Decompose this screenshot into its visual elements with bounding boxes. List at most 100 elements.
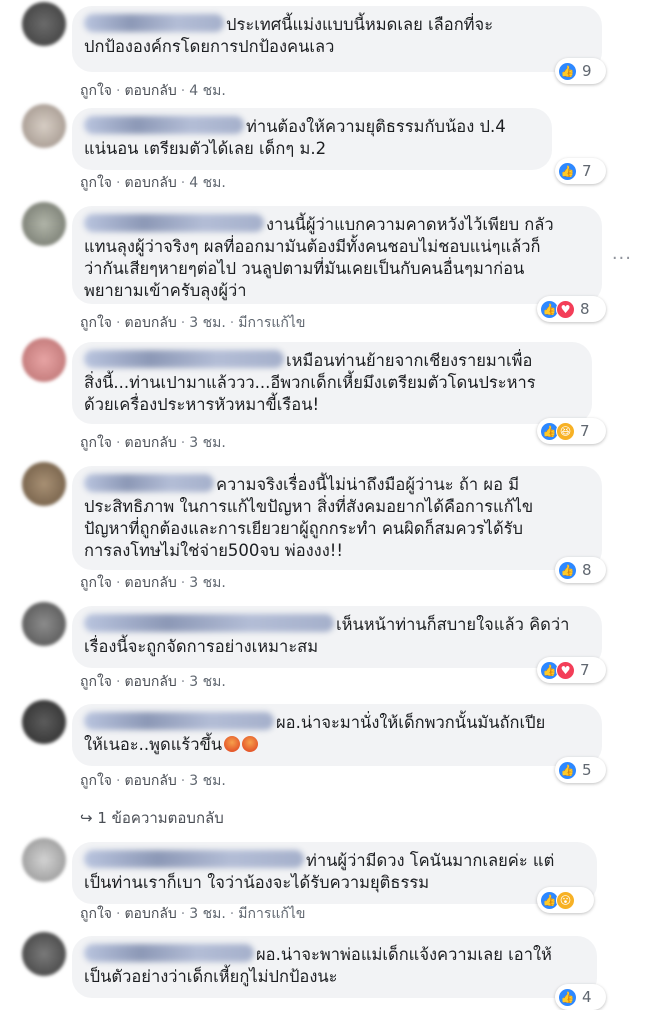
timestamp[interactable]: 3 ชม.	[189, 315, 226, 331]
reaction-summary[interactable]: 👍 8	[555, 557, 606, 583]
comment-text: เป็นตัวอย่างว่าเด็กเหี้ยกูไม่ปกป้องนะ	[84, 967, 338, 986]
like-icon: 👍	[558, 161, 577, 181]
love-icon: ♥	[556, 299, 575, 319]
like-link[interactable]: ถูกใจ	[80, 674, 112, 690]
comment-actions: ถูกใจ · ตอบกลับ · 4 ชม.	[80, 175, 226, 191]
comment-bubble: ท่านผู้ว่ามีดวง โคนันมากเลยค่ะ แต่ เป็นท…	[72, 842, 597, 904]
reaction-summary[interactable]: 👍 😆 7	[537, 418, 606, 444]
comment-text: ผอ.น่าจะพาพ่อแม่เด็กแจ้งความเลย เอาให้	[256, 945, 552, 964]
comment-actions: ถูกใจ · ตอบกลับ · 3 ชม. · มีการแก้ไข	[80, 906, 306, 922]
comment-text: แน่นอน เตรียมตัวได้เลย เด็กๆ ม.2	[84, 139, 327, 158]
reply-link[interactable]: ตอบกลับ	[124, 575, 176, 591]
comment-text: ปกป้ององค์กรโดยการปกป้องคนเลว	[84, 37, 335, 56]
reaction-count: 8	[582, 561, 592, 579]
view-replies-link[interactable]: ↪ 1 ข้อความตอบกลับ	[80, 806, 224, 830]
reaction-summary[interactable]: 👍 ♥ 8	[537, 296, 606, 322]
comment-bubble: ท่านต้องให้ความยุติธรรมกับน้อง ป.4 แน่นอ…	[72, 108, 552, 170]
reaction-count: 5	[582, 761, 592, 779]
more-options-icon[interactable]: ···	[612, 248, 632, 269]
timestamp[interactable]: 3 ชม.	[189, 773, 226, 789]
avatar[interactable]	[22, 602, 66, 646]
reaction-count: 9	[582, 62, 592, 80]
wow-icon: 😮	[556, 890, 575, 910]
reaction-summary[interactable]: 👍 5	[555, 757, 606, 783]
comment-text: แทนลุงผู้ว่าจริงๆ ผลที่ออกมามันต้องมีทั้…	[84, 237, 541, 256]
comment-text: สิ่งนี้...ท่านเปามาแล้ววว...อีพวกเด็กเหี…	[84, 373, 536, 392]
reply-link[interactable]: ตอบกลับ	[124, 175, 176, 191]
comment-actions: ถูกใจ · ตอบกลับ · 3 ชม.	[80, 674, 226, 690]
avatar[interactable]	[22, 838, 66, 882]
comment-text: เรื่องนี้จะถูกจัดการอย่างเหมาะสม	[84, 637, 319, 656]
commenter-name[interactable]	[84, 116, 244, 134]
timestamp[interactable]: 4 ชม.	[189, 83, 226, 99]
comment-text: เป็นท่านเราก็เบา ใจว่าน้องจะได้รับความยุ…	[84, 873, 430, 892]
like-link[interactable]: ถูกใจ	[80, 175, 112, 191]
comment-bubble: ผอ.น่าจะมานั่งให้เด็กพวกนั้นมันถักเปีย ใ…	[72, 704, 602, 766]
reply-link[interactable]: ตอบกลับ	[124, 435, 176, 451]
timestamp[interactable]: 4 ชม.	[189, 175, 226, 191]
timestamp[interactable]: 3 ชม.	[189, 435, 226, 451]
commenter-name[interactable]	[84, 350, 284, 368]
avatar[interactable]	[22, 202, 66, 246]
reaction-count: 7	[580, 661, 590, 679]
timestamp[interactable]: 3 ชม.	[189, 906, 226, 922]
comment-actions: ถูกใจ · ตอบกลับ · 3 ชม.	[80, 773, 226, 789]
like-link[interactable]: ถูกใจ	[80, 315, 112, 331]
like-icon: 👍	[558, 760, 577, 780]
avatar[interactable]	[22, 932, 66, 976]
reaction-summary[interactable]: 👍 ♥ 7	[537, 657, 606, 683]
comment-text: งานนี้ผู้ว่าแบกความคาดหวังไว้เพียบ กลัว	[266, 215, 554, 234]
comment-actions: ถูกใจ · ตอบกลับ · 4 ชม.	[80, 83, 226, 99]
comment-text: ท่านต้องให้ความยุติธรรมกับน้อง ป.4	[246, 117, 506, 136]
commenter-name[interactable]	[84, 614, 334, 632]
comment-text: พยายามเข้าครับลุงผู้ว่า	[84, 281, 247, 300]
reaction-summary[interactable]: 👍 😮	[537, 887, 594, 913]
haha-icon: 😆	[556, 421, 575, 441]
like-link[interactable]: ถูกใจ	[80, 906, 112, 922]
reaction-count: 4	[582, 988, 592, 1006]
avatar[interactable]	[22, 104, 66, 148]
comment-bubble: ประเทศนี้แม่งแบบนี้หมดเลย เลือกที่จะ ปกป…	[72, 6, 602, 72]
like-icon: 👍	[558, 987, 577, 1007]
comment-text: ผอ.น่าจะมานั่งให้เด็กพวกนั้นมันถักเปีย	[276, 713, 546, 732]
reply-link[interactable]: ตอบกลับ	[124, 674, 176, 690]
comment-bubble: เหมือนท่านย้ายจากเชียงรายมาเพื่อ สิ่งนี้…	[72, 342, 592, 424]
love-icon: ♥	[556, 660, 575, 680]
avatar[interactable]	[22, 462, 66, 506]
angry-emoji-icon	[242, 736, 259, 752]
like-icon: 👍	[558, 61, 577, 81]
edited-label[interactable]: มีการแก้ไข	[238, 315, 305, 331]
comment-actions: ถูกใจ · ตอบกลับ · 3 ชม. · มีการแก้ไข	[80, 315, 306, 331]
reply-link[interactable]: ตอบกลับ	[124, 83, 176, 99]
reply-link[interactable]: ตอบกลับ	[124, 906, 176, 922]
edited-label[interactable]: มีการแก้ไข	[238, 906, 305, 922]
like-link[interactable]: ถูกใจ	[80, 83, 112, 99]
like-link[interactable]: ถูกใจ	[80, 435, 112, 451]
avatar[interactable]	[22, 700, 66, 744]
comment-text: ปัญหาที่ถูกต้องและการเยียวยาผู้ถูกกระทำ …	[84, 519, 524, 538]
reaction-summary[interactable]: 👍 4	[555, 984, 606, 1010]
commenter-name[interactable]	[84, 214, 264, 232]
like-link[interactable]: ถูกใจ	[80, 575, 112, 591]
commenter-name[interactable]	[84, 712, 274, 730]
avatar[interactable]	[22, 2, 66, 46]
commenter-name[interactable]	[84, 474, 214, 492]
comment-text: ท่านผู้ว่ามีดวง โคนันมากเลยค่ะ แต่	[306, 851, 555, 870]
timestamp[interactable]: 3 ชม.	[189, 575, 226, 591]
comment-text: เหมือนท่านย้ายจากเชียงรายมาเพื่อ	[286, 351, 533, 370]
reaction-count: 7	[582, 162, 592, 180]
commenter-name[interactable]	[84, 14, 224, 32]
reply-link[interactable]: ตอบกลับ	[124, 773, 176, 789]
comment-text: ความจริงเรื่องนี้ไม่น่าถึงมือผู้ว่านะ ถ้…	[216, 475, 520, 494]
reaction-summary[interactable]: 👍 9	[555, 58, 606, 84]
reply-link[interactable]: ตอบกลับ	[124, 315, 176, 331]
reaction-summary[interactable]: 👍 7	[555, 158, 606, 184]
commenter-name[interactable]	[84, 850, 304, 868]
commenter-name[interactable]	[84, 944, 254, 962]
timestamp[interactable]: 3 ชม.	[189, 674, 226, 690]
comment-bubble: ความจริงเรื่องนี้ไม่น่าถึงมือผู้ว่านะ ถ้…	[72, 466, 602, 570]
avatar[interactable]	[22, 338, 66, 382]
comment-bubble: ผอ.น่าจะพาพ่อแม่เด็กแจ้งความเลย เอาให้ เ…	[72, 936, 597, 998]
comment-text: ประเทศนี้แม่งแบบนี้หมดเลย เลือกที่จะ	[226, 15, 494, 34]
like-link[interactable]: ถูกใจ	[80, 773, 112, 789]
